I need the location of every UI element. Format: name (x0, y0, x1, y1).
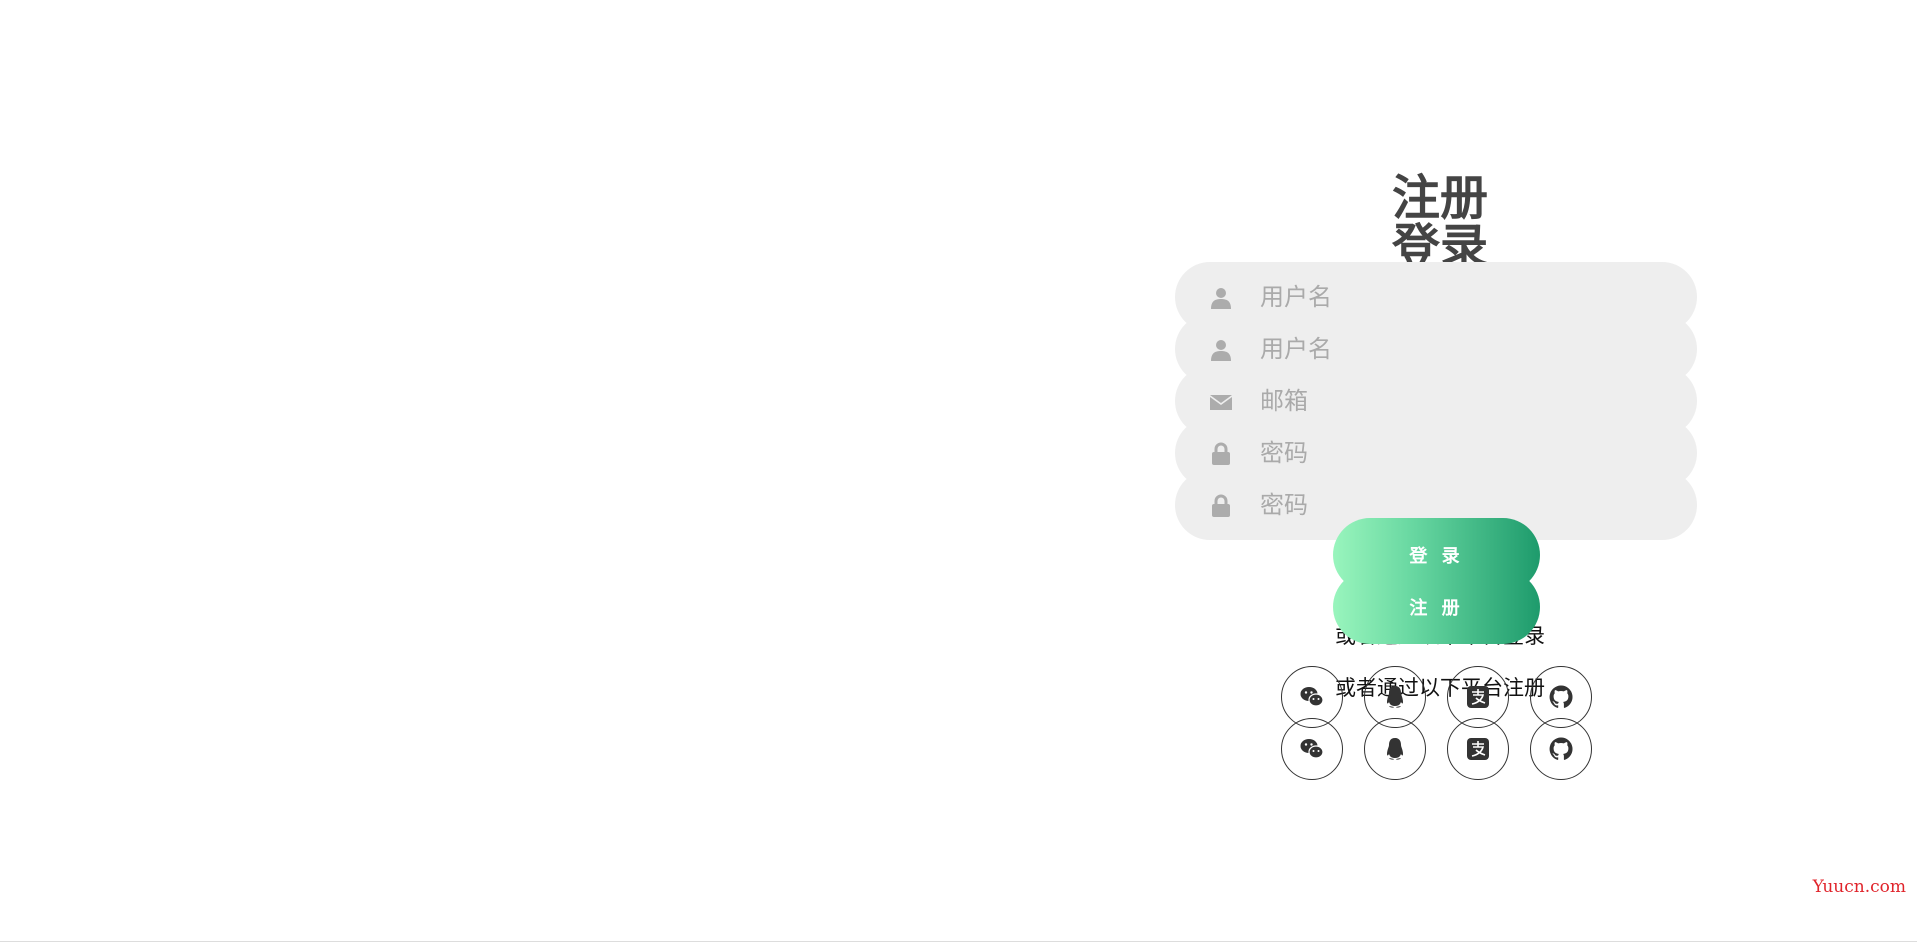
wechat-icon (1300, 739, 1324, 759)
wechat-icon (1300, 687, 1324, 707)
page: 注册 登录 登 录 注 册 或者通过以下平台登录 或者通过以下平台注册 (0, 0, 1917, 942)
lock-icon (1209, 442, 1233, 466)
user-icon (1209, 286, 1233, 310)
github-icon (1549, 685, 1573, 708)
wechat-register-button[interactable] (1281, 718, 1343, 780)
qq-register-button[interactable] (1364, 718, 1426, 780)
user-icon (1209, 338, 1233, 362)
qq-icon (1387, 686, 1403, 708)
alipay-icon (1467, 686, 1489, 708)
envelope-icon (1209, 390, 1233, 414)
register-button[interactable]: 注 册 (1333, 570, 1540, 644)
github-register-button[interactable] (1530, 718, 1592, 780)
register-title: 注册 (1391, 170, 1488, 226)
github-icon (1549, 737, 1573, 760)
lock-icon (1209, 494, 1233, 518)
alipay-icon (1467, 738, 1489, 760)
watermark-text: Yuucn.com (1812, 877, 1906, 897)
alipay-register-button[interactable] (1447, 718, 1509, 780)
qq-icon (1387, 738, 1403, 760)
